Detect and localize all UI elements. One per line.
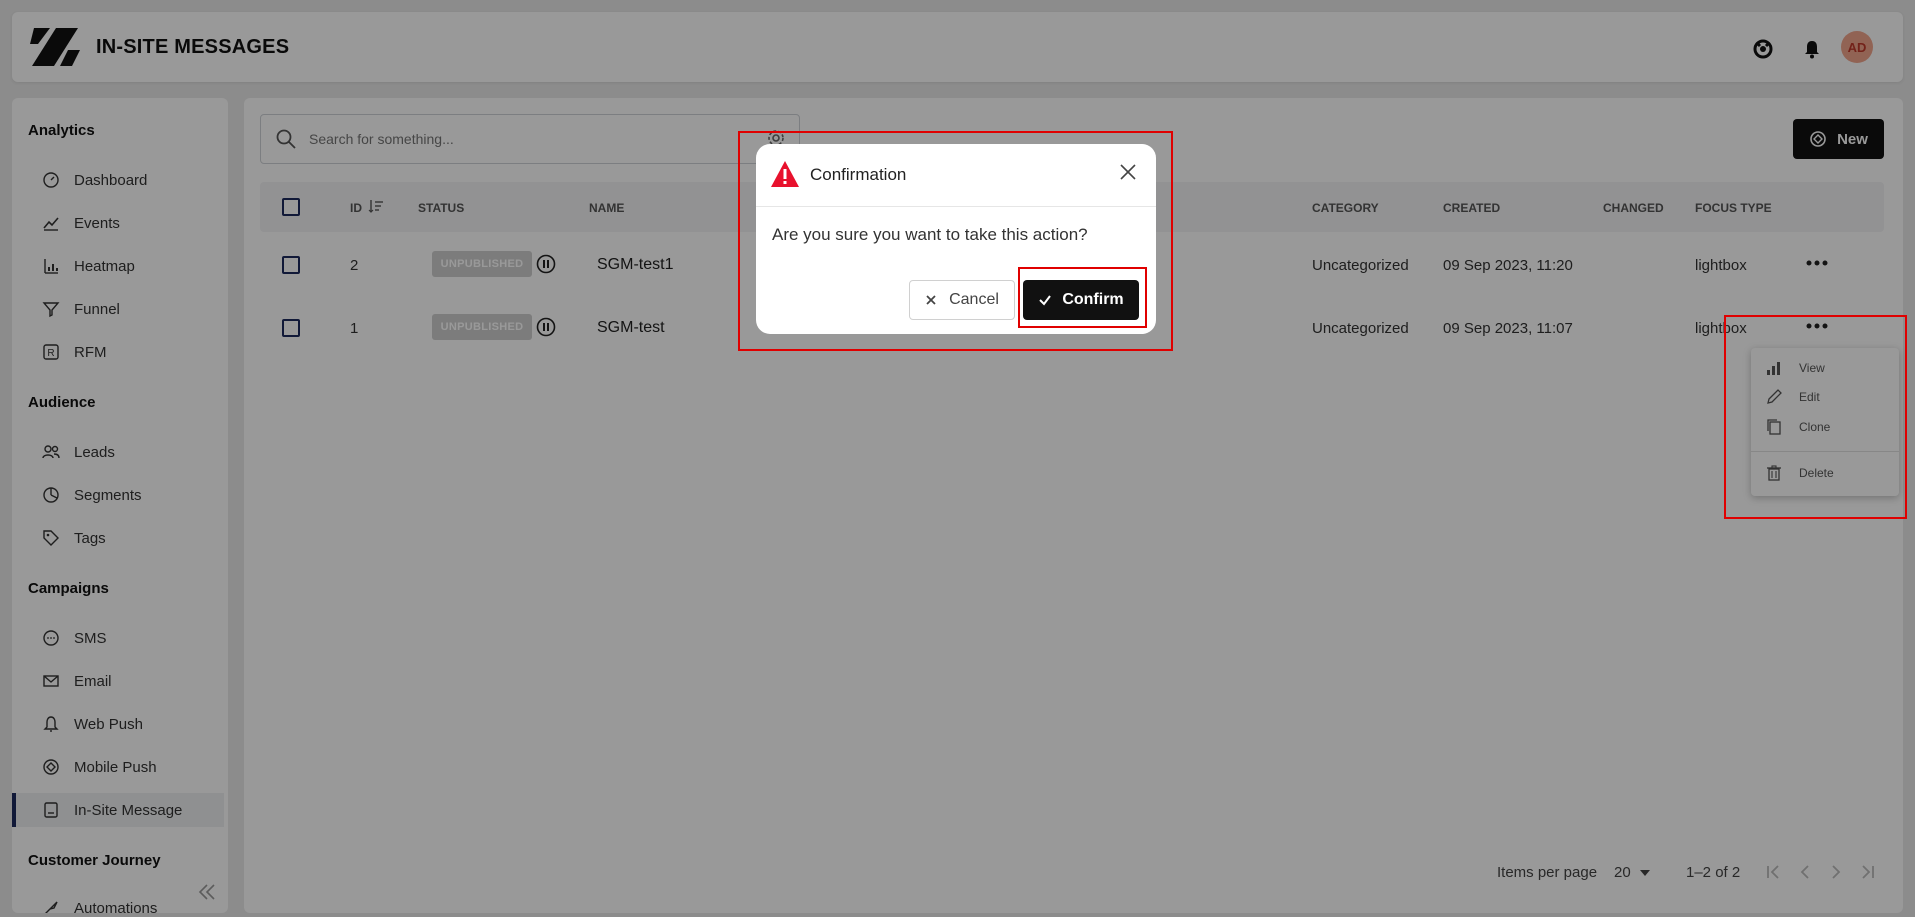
highlight-box-confirm <box>1018 267 1147 328</box>
highlight-box-menu <box>1724 315 1907 519</box>
